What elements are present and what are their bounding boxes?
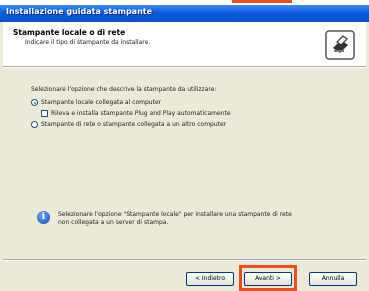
printer-icon (325, 30, 355, 60)
plug-and-play-checkbox[interactable] (41, 110, 48, 117)
title-bar[interactable]: Installazione guidata stampante (0, 5, 369, 22)
header-title: Stampante locale o di rete (13, 28, 126, 37)
header-subtitle: Indicare il tipo di stampante da install… (25, 39, 151, 46)
wizard-window: Installazione guidata stampante Stampant… (0, 5, 369, 291)
options-prompt: Selezionare l'opzione che descrive la st… (31, 86, 217, 93)
network-printer-label[interactable]: Stampante di rete o stampante collegata … (41, 121, 226, 128)
header-divider-highlight (3, 67, 366, 68)
top-accent-bar (232, 0, 292, 3)
back-button[interactable]: < Indietro (186, 272, 234, 286)
info-text-line-1: Selezionare l'opzione "Stampante locale"… (58, 211, 292, 218)
info-text-line-2: non collegata a un server di stampa. (58, 219, 169, 226)
wizard-header: Stampante locale o di rete Indicare il t… (3, 22, 366, 66)
cancel-button[interactable]: Annulla (309, 272, 357, 286)
info-icon: i (37, 211, 50, 224)
next-button-highlight (239, 265, 297, 291)
local-printer-label[interactable]: Stampante locale collegata al computer (41, 99, 161, 106)
network-printer-radio[interactable] (31, 121, 38, 128)
local-printer-radio[interactable] (31, 99, 38, 106)
window-title: Installazione guidata stampante (6, 7, 153, 16)
plug-and-play-label[interactable]: Rileva e installa stampante Plug and Pla… (51, 110, 231, 117)
footer-divider-highlight (3, 260, 366, 261)
